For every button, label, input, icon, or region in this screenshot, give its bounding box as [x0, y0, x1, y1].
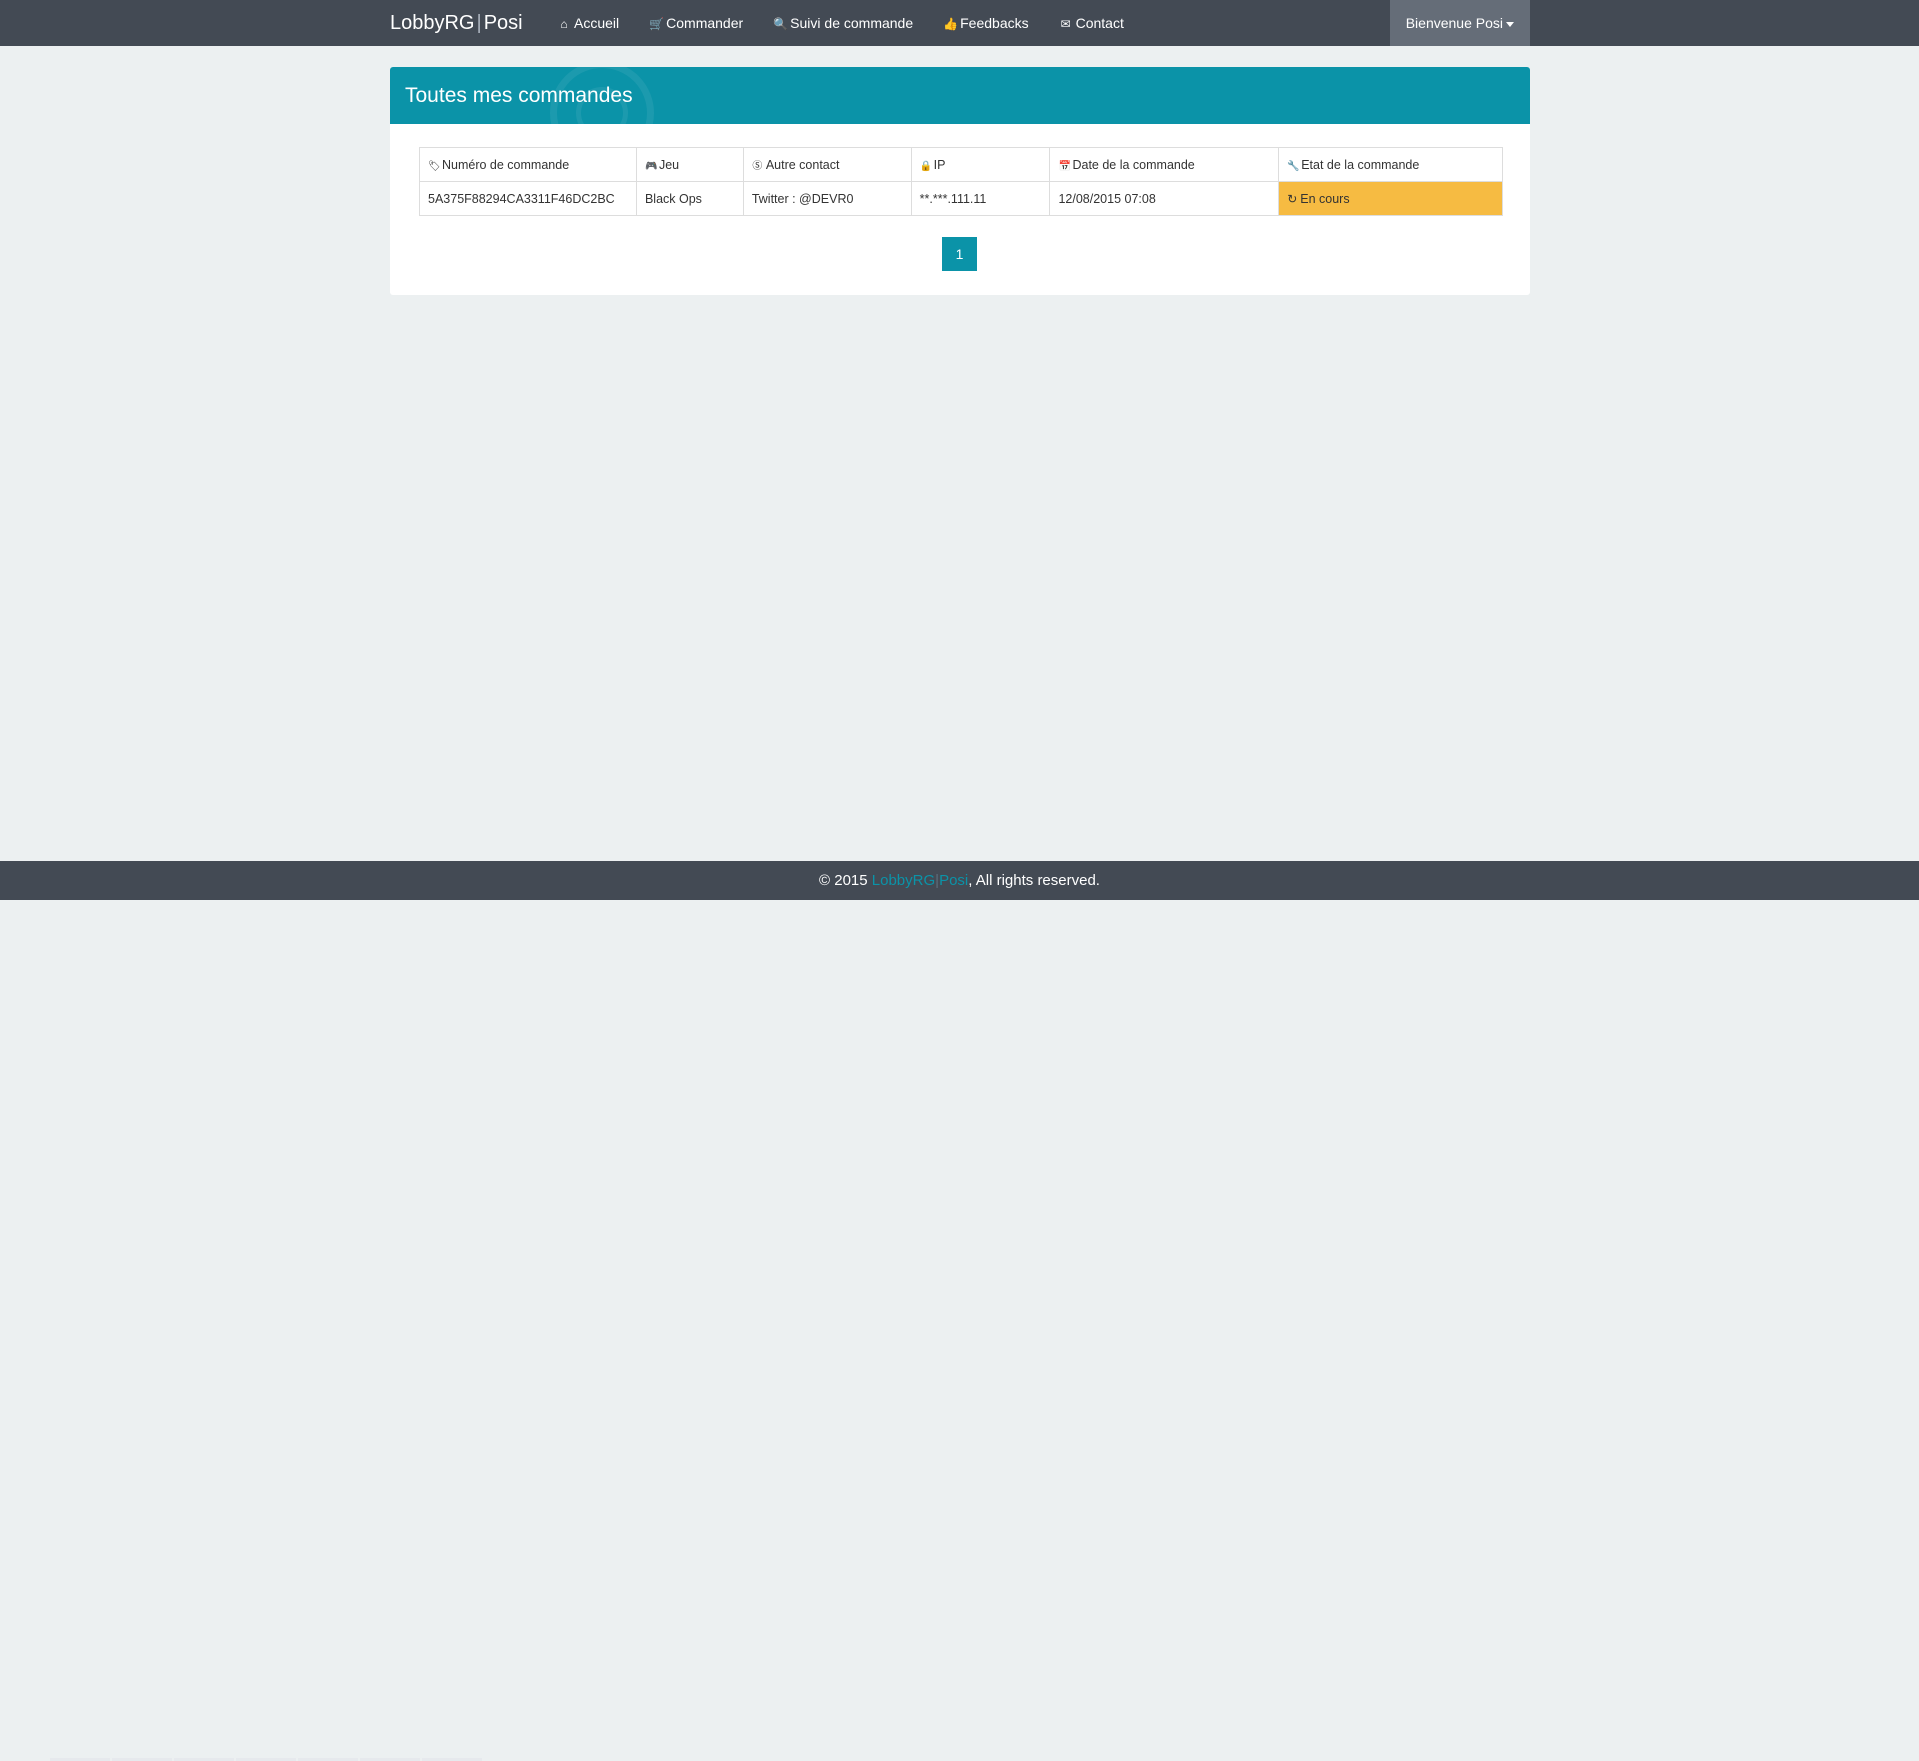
- brand-suffix: Posi: [483, 12, 523, 34]
- status-badge[interactable]: ↻ En cours: [1278, 181, 1503, 216]
- header-label: IP: [933, 157, 946, 172]
- column-header-ip: 🔒 IP: [910, 147, 1051, 182]
- refresh-icon: ↻: [1287, 191, 1298, 206]
- header-label: Date de la commande: [1072, 157, 1195, 172]
- header-label: Numéro de commande: [442, 157, 570, 172]
- envelope-icon: ✉: [1060, 17, 1071, 31]
- panel-heading: Toutes mes commandes: [390, 67, 1530, 124]
- search-icon: 🔍: [773, 17, 789, 31]
- column-header-game: 🎮 Jeu: [635, 147, 744, 182]
- orders-panel: Toutes mes commandes 🏷Numéro de commande…: [390, 67, 1530, 295]
- header-label: Etat de la commande: [1301, 157, 1420, 172]
- nav-link-label: Contact: [1075, 15, 1124, 31]
- brand-name: LobbyRG: [390, 12, 475, 34]
- calendar-icon: 📅: [1058, 160, 1071, 172]
- cart-icon: 🛒: [649, 17, 665, 31]
- game-cell: Black Ops: [635, 181, 744, 216]
- footer: © 2015 LobbyRG|Posi, All rights reserved…: [0, 861, 1919, 1761]
- date-cell: 12/08/2015 07:08: [1049, 181, 1280, 216]
- nav-link-label: Accueil: [574, 15, 620, 31]
- footer-brand-suffix: Posi: [939, 872, 969, 889]
- nav-link-label: Feedbacks: [960, 15, 1029, 31]
- footer-copyright: © 2015: [819, 872, 872, 889]
- table-row: 5A375F88294CA3311F46DC2BC Black Ops Twit…: [419, 181, 1503, 216]
- home-icon: ⌂: [560, 17, 568, 31]
- header-label: Autre contact: [765, 158, 840, 172]
- column-header-order-number: 🏷Numéro de commande: [419, 147, 637, 182]
- user-greeting: Bienvenue Posi: [1405, 15, 1503, 31]
- header-label: Jeu: [658, 157, 680, 172]
- user-menu-dropdown[interactable]: Bienvenue Posi: [1389, 0, 1530, 46]
- contact-cell: Twitter : @DEVR0: [742, 181, 912, 216]
- thumbs-up-icon: 👍: [943, 17, 959, 31]
- column-header-contact: Ⓢ Autre contact: [742, 147, 912, 182]
- order-number-cell: 5A375F88294CA3311F46DC2BC: [419, 181, 637, 216]
- column-header-date: 📅 Date de la commande: [1049, 147, 1280, 182]
- table-header-row: 🏷Numéro de commande 🎮 Jeu Ⓢ Autre contact …: [419, 147, 1503, 182]
- ip-cell: **.***.111.11: [910, 181, 1051, 216]
- status-label: En cours: [1300, 191, 1350, 206]
- pagination-page-1[interactable]: 1: [942, 237, 977, 271]
- footer-brand-name: LobbyRG: [871, 872, 936, 889]
- caret-down-icon: [1506, 21, 1514, 27]
- orders-table: 🏷Numéro de commande 🎮 Jeu Ⓢ Autre contact …: [419, 147, 1503, 216]
- nav-link-label: Commander: [666, 15, 744, 31]
- column-header-status: 🔧 Etat de la commande: [1278, 147, 1503, 182]
- navbar-container: LobbyRG | Posi ⌂ Accueil 🛒 Commander 🔍 Suivi …: [390, 0, 1530, 46]
- skype-icon: Ⓢ: [752, 161, 763, 172]
- wrench-icon: 🔧: [1287, 160, 1300, 172]
- nav-link-feedbacks[interactable]: 👍 Feedbacks: [928, 0, 1043, 46]
- brand-logo[interactable]: LobbyRG | Posi: [390, 0, 523, 46]
- nav-link-commander[interactable]: 🛒 Commander: [634, 0, 758, 46]
- footer-rights: , All rights reserved.: [968, 872, 1100, 889]
- nav-link-label: Suivi de commande: [790, 15, 914, 31]
- nav-link-contact[interactable]: ✉ Contact: [1044, 0, 1139, 46]
- brand-separator: |: [476, 12, 482, 34]
- page-title: Toutes mes commandes: [405, 84, 633, 107]
- user-secret-icon: 🔒: [919, 160, 933, 172]
- top-navbar: LobbyRG | Posi ⌂ Accueil 🛒 Commander 🔍 Suivi …: [0, 0, 1919, 46]
- nav-links: ⌂ Accueil 🛒 Commander 🔍 Suivi de commande 👍…: [542, 0, 1139, 46]
- gamepad-icon: 🎮: [644, 160, 658, 172]
- nav-link-suivi[interactable]: 🔍 Suivi de commande: [758, 0, 928, 46]
- footer-brand-link[interactable]: LobbyRG|Posi: [872, 872, 968, 889]
- tag-icon: 🏷: [428, 160, 441, 172]
- nav-link-accueil[interactable]: ⌂ Accueil: [542, 0, 634, 46]
